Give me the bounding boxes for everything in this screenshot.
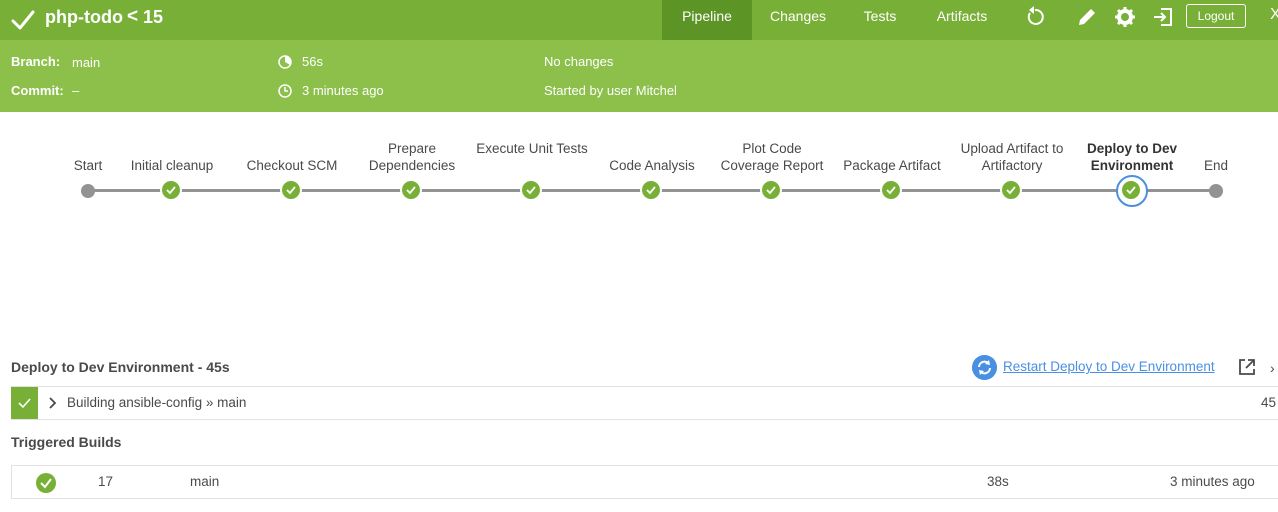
stage-label-plot-code-coverage[interactable]: Plot Code Coverage Report	[712, 140, 832, 174]
stage-node-package-artifact[interactable]	[880, 179, 902, 201]
stage-node-initial-cleanup[interactable]	[160, 179, 182, 201]
stage-node-checkout-scm[interactable]	[280, 179, 302, 201]
triggered-builds-title: Triggered Builds	[11, 434, 122, 450]
build-time: 3 minutes ago	[1170, 474, 1255, 489]
stage-node-deploy-dev[interactable]	[1120, 179, 1142, 201]
step-text: Building ansible-config » main	[67, 395, 247, 410]
open-external-icon[interactable]	[1237, 357, 1257, 377]
stage-node-start	[81, 184, 95, 198]
stage-label-code-analysis[interactable]: Code Analysis	[592, 157, 712, 174]
success-check-icon	[1006, 186, 1016, 195]
stage-label-end: End	[1203, 158, 1229, 173]
restart-icon[interactable]	[972, 355, 997, 380]
success-check-icon	[766, 186, 776, 195]
stage-node-code-analysis[interactable]	[640, 179, 662, 201]
stage-node-execute-unit-tests[interactable]	[520, 179, 542, 201]
stage-node-plot-code-coverage[interactable]	[760, 179, 782, 201]
stage-label-prepare-dependencies[interactable]: Prepare Dependencies	[352, 140, 472, 174]
success-check-icon	[1126, 186, 1136, 195]
restart-stage-link[interactable]: Restart Deploy to Dev Environment	[1003, 359, 1215, 374]
success-check-icon	[886, 186, 896, 195]
success-check-icon	[406, 186, 416, 195]
chevron-right-icon[interactable]	[48, 396, 58, 410]
success-check-icon	[166, 186, 176, 195]
build-branch: main	[190, 474, 220, 489]
stage-node-prepare-dependencies[interactable]	[400, 179, 422, 201]
success-check-icon	[286, 186, 296, 195]
stage-label-package-artifact[interactable]: Package Artifact	[832, 157, 952, 174]
stage-node-upload-artifact[interactable]	[1000, 179, 1022, 201]
download-icon[interactable]: ›	[1270, 360, 1275, 376]
success-check-icon	[526, 186, 536, 195]
step-duration: 45	[1261, 395, 1277, 410]
success-check-icon	[18, 398, 31, 409]
build-number[interactable]: 17	[98, 474, 113, 489]
stage-label-checkout-scm[interactable]: Checkout SCM	[232, 157, 352, 174]
stage-label-upload-artifact[interactable]: Upload Artifact to Artifactory	[952, 140, 1072, 174]
success-check-icon	[40, 478, 52, 489]
success-check-icon	[646, 186, 656, 195]
stage-label-initial-cleanup[interactable]: Initial cleanup	[112, 157, 232, 174]
stage-node-end	[1209, 184, 1223, 198]
build-status-success-icon	[36, 473, 56, 493]
step-row[interactable]: Building ansible-config » main 45	[11, 386, 1278, 420]
pipeline-graph: Start Initial cleanup Checkout SCM Prepa…	[0, 0, 1278, 230]
stage-label-execute-unit-tests[interactable]: Execute Unit Tests	[472, 140, 592, 157]
triggered-build-row[interactable]: 17 main 38s 3 minutes ago	[11, 465, 1278, 499]
step-status-success	[11, 387, 38, 419]
stage-detail-title: Deploy to Dev Environment - 45s	[11, 359, 230, 375]
build-duration: 38s	[987, 474, 1009, 489]
